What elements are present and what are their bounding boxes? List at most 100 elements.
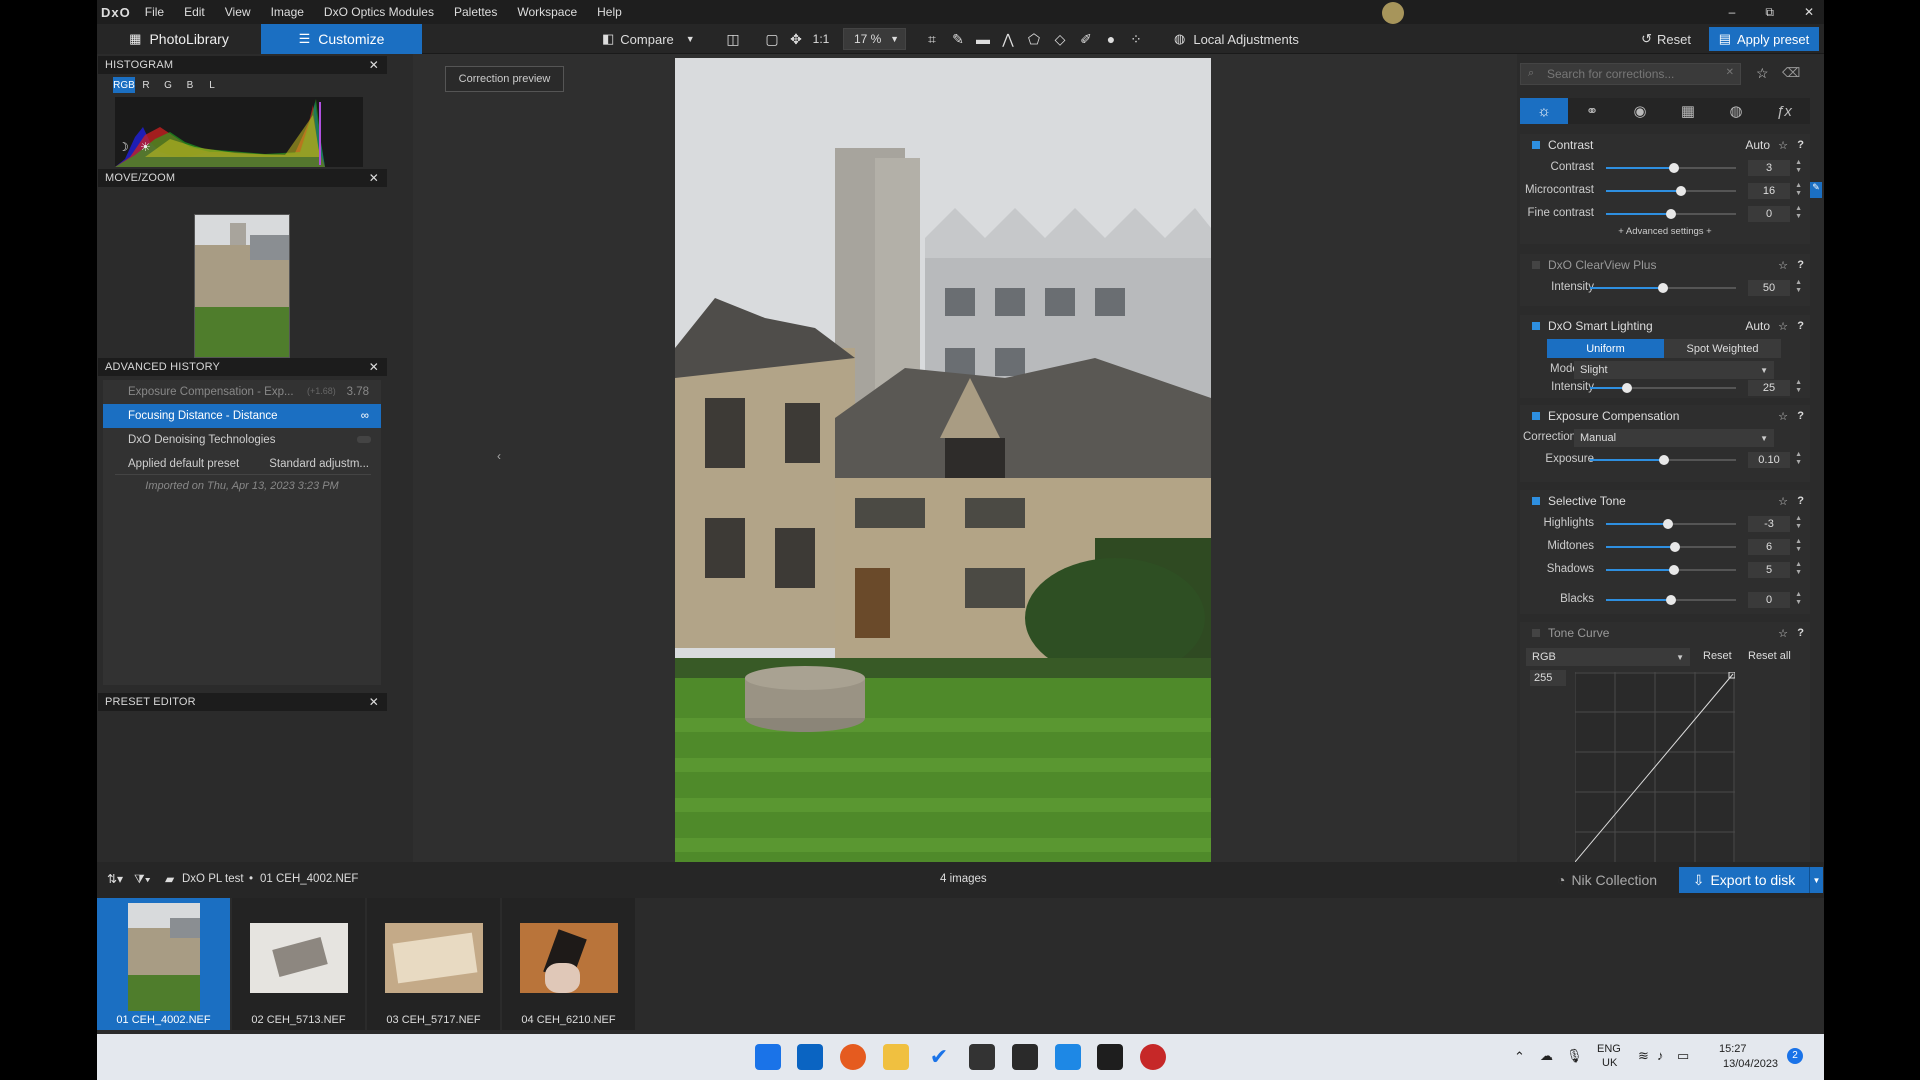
menu-image[interactable]: Image: [271, 5, 304, 19]
perspective-rect-icon[interactable]: ⬠: [1025, 30, 1043, 48]
menu-optics-modules[interactable]: DxO Optics Modules: [324, 5, 434, 19]
value-field[interactable]: 5: [1748, 562, 1790, 578]
tab-photolibrary[interactable]: ▦ PhotoLibrary: [97, 24, 261, 54]
help-icon[interactable]: ?: [1797, 627, 1804, 639]
favorites-icon[interactable]: ☆: [1756, 65, 1769, 82]
clock-time[interactable]: 15:27: [1719, 1043, 1747, 1055]
spin-icon[interactable]: ▲ ▼: [1795, 451, 1802, 467]
color-category-icon[interactable]: ⚭: [1568, 98, 1616, 124]
light-category-icon[interactable]: ☼: [1520, 98, 1568, 124]
menu-help[interactable]: Help: [597, 5, 622, 19]
auto-button[interactable]: Auto: [1745, 138, 1770, 152]
advanced-settings-link[interactable]: + Advanced settings +: [1520, 226, 1810, 237]
todo-icon[interactable]: ✔: [926, 1044, 952, 1070]
photolab-taskbar-icon[interactable]: [1097, 1044, 1123, 1070]
spin-icon[interactable]: ▲ ▼: [1795, 538, 1802, 554]
correction-preview-button[interactable]: Correction preview: [445, 66, 564, 92]
star-icon[interactable]: ☆: [1778, 410, 1788, 423]
histogram-tab-b[interactable]: B: [179, 77, 201, 93]
auto-button[interactable]: Auto: [1745, 319, 1770, 333]
value-field[interactable]: 6: [1748, 539, 1790, 555]
value-field[interactable]: 16: [1748, 183, 1790, 199]
menu-palettes[interactable]: Palettes: [454, 5, 497, 19]
close-icon[interactable]: ✕: [369, 360, 379, 374]
spin-icon[interactable]: ▲ ▼: [1795, 279, 1802, 295]
spin-icon[interactable]: ▲ ▼: [1795, 515, 1802, 531]
curve-value-field[interactable]: 255: [1530, 670, 1566, 686]
windows-start-icon[interactable]: [755, 1044, 781, 1070]
enable-checkbox[interactable]: [1532, 629, 1540, 637]
value-field[interactable]: 3: [1748, 160, 1790, 176]
fit-screen-icon[interactable]: ▢: [763, 30, 781, 48]
star-icon[interactable]: ☆: [1778, 139, 1788, 152]
maximize-button[interactable]: ⧉: [1765, 5, 1774, 20]
exposure-slider[interactable]: [1590, 455, 1736, 465]
spin-icon[interactable]: ▲ ▼: [1795, 205, 1802, 221]
history-item[interactable]: Applied default preset Standard adjustm.…: [103, 452, 381, 476]
apply-preset-button[interactable]: ▤ Apply preset: [1709, 27, 1819, 51]
correction-select[interactable]: Manual ▼: [1574, 429, 1774, 447]
microphone-icon[interactable]: 🎙: [1566, 1048, 1583, 1064]
curve-reset-all-button[interactable]: Reset all: [1748, 650, 1791, 662]
collapse-left-icon[interactable]: ‹: [497, 449, 501, 463]
clear-icon[interactable]: ✕: [1726, 67, 1734, 78]
redeye-icon[interactable]: ●: [1102, 30, 1120, 48]
dust-icon[interactable]: ⁘: [1127, 30, 1145, 48]
watermark-category-icon[interactable]: ◍: [1712, 98, 1760, 124]
minimize-button[interactable]: –: [1729, 5, 1736, 19]
star-icon[interactable]: ☆: [1778, 320, 1788, 333]
clearview-intensity-slider[interactable]: [1590, 283, 1736, 293]
menu-edit[interactable]: Edit: [184, 5, 205, 19]
star-icon[interactable]: ☆: [1778, 259, 1788, 272]
value-field[interactable]: -3: [1748, 516, 1790, 532]
zoom-select[interactable]: 17 % ▼: [843, 28, 906, 50]
perspective-8pt-icon[interactable]: ◇: [1051, 30, 1069, 48]
thumbnail[interactable]: 04 CEH_6210.NEF: [502, 898, 635, 1030]
search-input[interactable]: ⌕ Search for corrections... ✕: [1520, 63, 1741, 85]
star-icon[interactable]: ☆: [1778, 495, 1788, 508]
curve-reset-button[interactable]: Reset: [1703, 650, 1732, 662]
highlights-slider[interactable]: [1606, 519, 1736, 529]
star-icon[interactable]: ☆: [1778, 627, 1788, 640]
histogram-tab-r[interactable]: R: [135, 77, 157, 93]
split-view-icon[interactable]: ◫: [724, 30, 742, 48]
app-icon[interactable]: [1140, 1044, 1166, 1070]
microcontrast-slider[interactable]: [1606, 186, 1736, 196]
value-field[interactable]: 0.10: [1748, 452, 1790, 468]
crop-icon[interactable]: ⌗: [923, 30, 941, 48]
history-item[interactable]: DxO Denoising Technologies: [103, 428, 381, 452]
spin-icon[interactable]: ▲ ▼: [1795, 591, 1802, 607]
zoom-1to1-button[interactable]: 1:1: [812, 30, 830, 48]
histogram-tab-l[interactable]: L: [201, 77, 223, 93]
enable-checkbox[interactable]: [1532, 412, 1540, 420]
history-item-selected[interactable]: Focusing Distance - Distance ∞: [103, 404, 381, 428]
cloud-icon[interactable]: ☁: [1540, 1048, 1553, 1064]
mail-icon[interactable]: [797, 1044, 823, 1070]
close-icon[interactable]: ✕: [369, 171, 379, 185]
eyedropper-icon[interactable]: ✎: [949, 30, 967, 48]
thumbnail[interactable]: 03 CEH_5717.NEF: [367, 898, 500, 1030]
detail-category-icon[interactable]: ◉: [1616, 98, 1664, 124]
horizon-icon[interactable]: ▬: [974, 30, 992, 48]
notepad-icon[interactable]: [1055, 1044, 1081, 1070]
enable-checkbox[interactable]: [1532, 322, 1540, 330]
help-icon[interactable]: ?: [1797, 139, 1804, 151]
blacks-slider[interactable]: [1606, 595, 1736, 605]
local-adjustments-button[interactable]: ◍ Local Adjustments: [1174, 24, 1299, 54]
export-options-icon[interactable]: ▼: [1809, 867, 1823, 893]
value-field[interactable]: 25: [1748, 380, 1790, 396]
help-icon[interactable]: ?: [1797, 259, 1804, 271]
firefox-icon[interactable]: [840, 1044, 866, 1070]
notification-badge[interactable]: 2: [1787, 1048, 1803, 1064]
midtones-slider[interactable]: [1606, 542, 1736, 552]
sort-icon[interactable]: ⇅▾: [107, 872, 123, 886]
help-icon[interactable]: ?: [1797, 410, 1804, 422]
file-explorer-icon[interactable]: [883, 1044, 909, 1070]
curve-channel-select[interactable]: RGB ▼: [1526, 648, 1690, 666]
hand-tool-icon[interactable]: ✥: [787, 30, 805, 48]
shadows-slider[interactable]: [1606, 565, 1736, 575]
histogram-tab-g[interactable]: G: [157, 77, 179, 93]
chevron-up-icon[interactable]: ⌃: [1514, 1049, 1525, 1065]
menu-workspace[interactable]: Workspace: [517, 5, 577, 19]
value-field[interactable]: 50: [1748, 280, 1790, 296]
